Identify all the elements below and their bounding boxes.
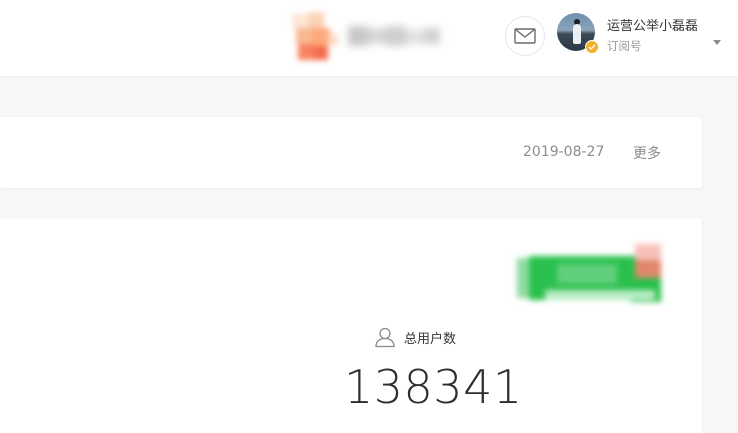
top-navigation-bar: 运营公举小磊磊 订阅号 [0,0,738,76]
blurred-logo [288,10,344,66]
account-name[interactable]: 运营公举小磊磊 [607,15,698,34]
total-users-label-text: 总用户数 [404,331,457,347]
total-users-value: 138341 [344,360,523,414]
blurred-action-button[interactable] [515,240,675,302]
user-icon [375,327,395,348]
account-type: 订阅号 [607,39,642,53]
more-link[interactable]: 更多 [633,143,661,163]
article-date: 2019-08-27 [523,144,605,160]
mail-button[interactable] [505,16,545,56]
blurred-account-name [344,20,454,52]
stats-card: 总用户数 138341 [0,218,702,433]
account-avatar[interactable] [557,13,599,55]
verified-badge-icon [585,40,599,54]
article-card: 2019-08-27 更多 [0,117,702,188]
caret-down-icon[interactable] [713,30,721,49]
mail-icon [514,28,536,44]
total-users-label: 总用户数 [374,326,456,348]
